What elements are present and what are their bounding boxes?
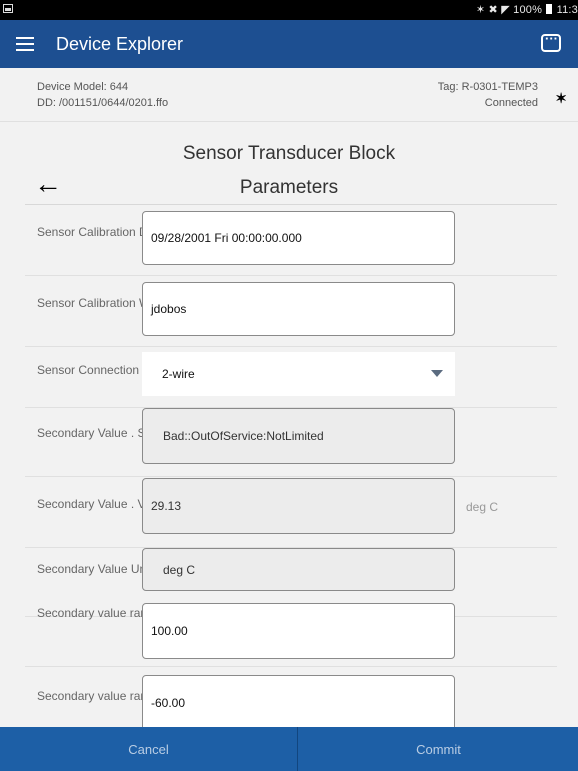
param-row: Sensor Connection 2-wire xyxy=(25,347,557,408)
device-info: Device Model: 644 DD: /001151/0644/0201.… xyxy=(0,68,578,122)
calibration-date-input[interactable]: 09/28/2001 Fri 00:00:00.000 xyxy=(142,211,455,265)
action-bar: Cancel Commit xyxy=(0,727,578,771)
param-label: Sensor Connection xyxy=(37,363,140,377)
secondary-status-field: Bad::OutOfService:NotLimited xyxy=(142,408,455,464)
param-row: Sensor Calibration Who jdobos xyxy=(25,276,557,347)
status-icons: ✶ ✖ ◤ 100% xyxy=(475,4,543,16)
sensor-connection-select[interactable]: 2-wire xyxy=(142,352,455,396)
secondary-value-field: 29.13 xyxy=(142,478,455,534)
gallery-icon xyxy=(3,4,13,13)
calibration-who-input[interactable]: jdobos xyxy=(142,282,455,336)
block-title: Sensor Transducer Block xyxy=(182,143,396,164)
status-time: 11:3 xyxy=(556,4,578,16)
unit-label: deg C xyxy=(466,500,499,514)
parameter-list[interactable]: Sensor Calibration Date 09/28/2001 Fri 0… xyxy=(25,205,557,727)
param-row: Secondary value range . EU at 0% -60.00 xyxy=(25,667,557,727)
select-value: 2-wire xyxy=(162,367,195,381)
secondary-unit-field: deg C xyxy=(142,548,455,591)
param-row: Sensor Calibration Date 09/28/2001 Fri 0… xyxy=(25,205,557,276)
device-model: Device Model: 644 xyxy=(37,81,129,93)
message-icon[interactable] xyxy=(541,31,561,52)
app-bar: Device Explorer xyxy=(0,20,578,68)
connection-status: Connected xyxy=(484,97,538,109)
dropdown-arrow-icon[interactable] xyxy=(431,370,443,377)
device-dd: DD: /001151/0644/0201.ffo xyxy=(37,97,169,109)
status-bar: ✶ ✖ ◤ 100% 11:3 xyxy=(0,0,578,20)
app-title: Device Explorer xyxy=(56,34,184,54)
device-tag: Tag: R-0301-TEMP3 xyxy=(437,81,538,93)
param-label: Secondary Value Unit xyxy=(37,562,153,576)
menu-icon[interactable] xyxy=(16,37,34,51)
status-right: ✶ ✖ ◤ 100% 11:3 xyxy=(476,3,578,16)
eu-100-input[interactable]: 100.00 xyxy=(142,603,455,659)
param-row: Secondary value range . EU at 100% 100.0… xyxy=(25,588,557,667)
param-row: Secondary Value . Status Bad::OutOfServi… xyxy=(25,408,557,477)
param-row: Secondary Value . Value 29.13 deg C xyxy=(25,477,557,548)
section-title: Parameters xyxy=(239,177,339,198)
bluetooth-icon: ✶ xyxy=(555,90,567,106)
eu-0-input[interactable]: -60.00 xyxy=(142,675,455,727)
commit-button[interactable]: Commit xyxy=(299,727,578,771)
cancel-button[interactable]: Cancel xyxy=(0,727,298,771)
battery-icon xyxy=(546,4,553,14)
